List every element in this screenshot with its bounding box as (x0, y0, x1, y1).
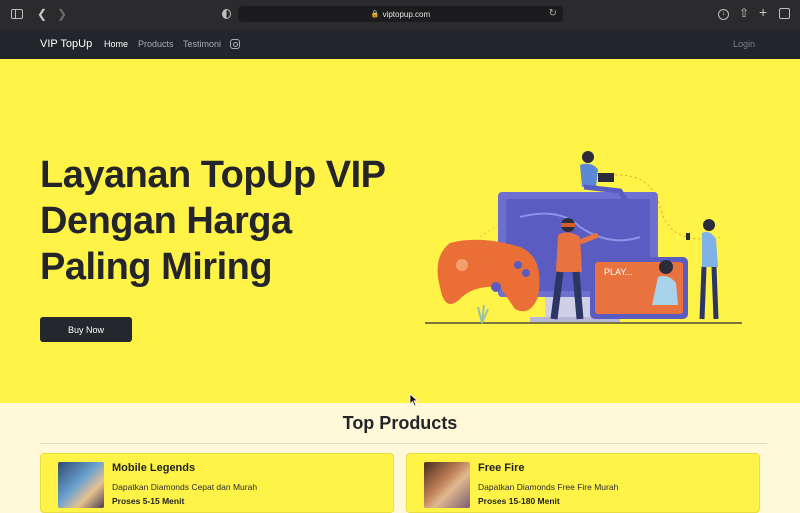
nav-link-home[interactable]: Home (104, 39, 128, 49)
product-name: Free Fire (478, 462, 525, 474)
product-name: Mobile Legends (112, 462, 196, 474)
forward-arrow-icon[interactable]: ❯ (57, 8, 67, 20)
share-icon[interactable]: ⇧ (739, 7, 749, 19)
product-card-mobile-legends[interactable]: Mobile Legends Dapatkan Diamonds Cepat d… (40, 453, 394, 513)
privacy-shield-icon[interactable] (222, 9, 231, 19)
hero-title: Layanan TopUp VIP Dengan Harga Paling Mi… (40, 154, 385, 288)
free-fire-thumbnail (424, 462, 470, 508)
mobile-legends-thumbnail (58, 462, 104, 508)
hero-section: Layanan TopUp VIP Dengan Harga Paling Mi… (0, 59, 800, 407)
site-navbar: VIP TopUp Home Products Testimoni Login (0, 30, 800, 59)
product-description: Dapatkan Diamonds Cepat dan Murah (112, 482, 258, 492)
gaming-illustration: PLAY... (425, 151, 742, 324)
sidebar-toggle-icon[interactable] (11, 9, 23, 19)
brand-logo[interactable]: VIP TopUp (40, 38, 92, 50)
mouse-cursor-icon (409, 393, 419, 407)
browser-toolbar: ❮ ❯ 🔒 viptopup.com ↻ ↓ ⇧ + (0, 0, 800, 30)
back-arrow-icon[interactable]: ❮ (37, 8, 47, 20)
instagram-icon[interactable] (230, 39, 240, 49)
download-icon[interactable]: ↓ (718, 9, 729, 20)
product-process-time: Proses 5-15 Menit (112, 496, 185, 506)
login-link[interactable]: Login (733, 39, 755, 49)
product-description: Dapatkan Diamonds Free Fire Murah (478, 482, 619, 492)
top-products-heading: Top Products (342, 413, 458, 433)
url-text: viptopup.com (382, 9, 431, 19)
product-process-time: Proses 15-180 Menit (478, 496, 560, 506)
new-tab-icon[interactable]: + (759, 5, 767, 19)
section-divider (40, 443, 767, 444)
buy-now-button[interactable]: Buy Now (40, 317, 132, 342)
play-screen-text: PLAY... (604, 267, 633, 277)
product-card-free-fire[interactable]: Free Fire Dapatkan Diamonds Free Fire Mu… (406, 453, 760, 513)
nav-link-products[interactable]: Products (138, 39, 174, 49)
nav-link-testimoni[interactable]: Testimoni (183, 39, 221, 49)
tab-overview-icon[interactable] (779, 8, 790, 19)
address-bar[interactable]: 🔒 viptopup.com ↻ (238, 6, 563, 22)
reload-icon[interactable]: ↻ (549, 8, 557, 19)
lock-icon: 🔒 (370, 11, 380, 18)
